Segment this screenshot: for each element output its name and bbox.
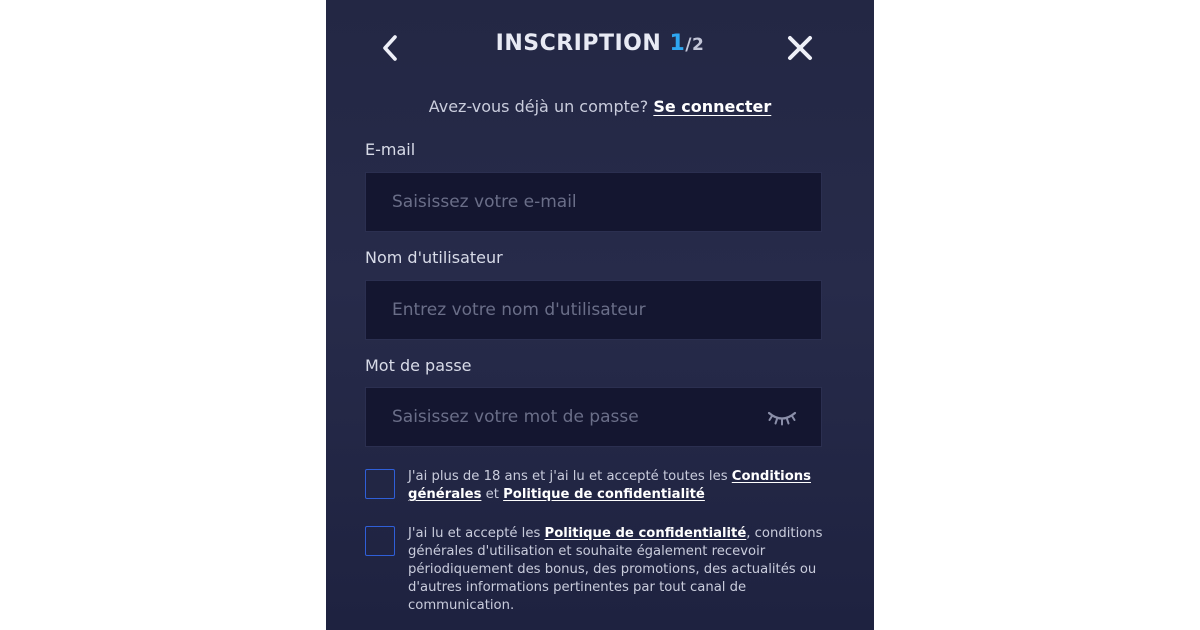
privacy-link[interactable]: Politique de confidentialité: [503, 487, 705, 502]
title-text: INSCRIPTION: [495, 31, 662, 56]
close-button[interactable]: [782, 30, 818, 66]
marketing-privacy-link[interactable]: Politique de confidentialité: [545, 526, 747, 541]
login-prompt: Avez-vous déjà un compte? Se connecter: [326, 97, 874, 116]
age-terms-text: J'ai plus de 18 ans et j'ai lu et accept…: [408, 468, 828, 504]
registration-modal: INSCRIPTION 1/2 Avez-vous déjà un compte…: [326, 0, 874, 630]
step-current: 1: [669, 31, 686, 56]
eye-closed-icon[interactable]: [766, 407, 798, 427]
login-link[interactable]: Se connecter: [653, 97, 771, 116]
marketing-checkbox[interactable]: [365, 526, 395, 556]
marketing-text: J'ai lu et accepté les Politique de conf…: [408, 525, 828, 615]
marketing-text-before: J'ai lu et accepté les: [408, 526, 545, 541]
age-terms-text-before: J'ai plus de 18 ans et j'ai lu et accept…: [408, 469, 732, 484]
email-input[interactable]: [365, 172, 822, 232]
step-total: /2: [685, 35, 705, 55]
username-label: Nom d'utilisateur: [365, 248, 503, 267]
age-terms-text-middle: et: [481, 487, 504, 502]
age-terms-checkbox[interactable]: [365, 469, 395, 499]
close-icon: [788, 36, 812, 60]
username-input[interactable]: [365, 280, 822, 340]
password-label: Mot de passe: [365, 356, 472, 375]
password-input[interactable]: [365, 387, 822, 447]
login-prompt-text: Avez-vous déjà un compte?: [428, 97, 649, 116]
email-label: E-mail: [365, 140, 416, 159]
